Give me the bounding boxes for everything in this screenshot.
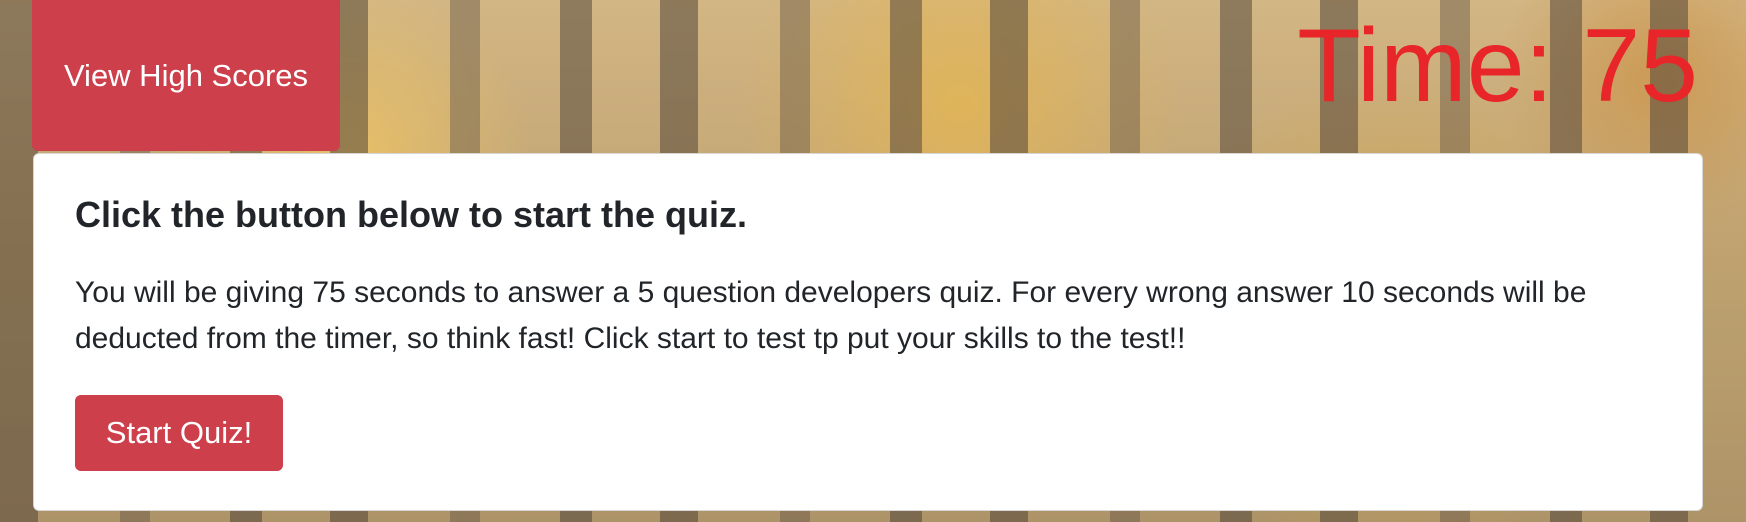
start-quiz-button[interactable]: Start Quiz! xyxy=(75,395,283,471)
quiz-intro-card: Click the button below to start the quiz… xyxy=(33,153,1703,511)
quiz-instructions: You will be giving 75 seconds to answer … xyxy=(75,276,1587,355)
card-title: Click the button below to start the quiz… xyxy=(75,194,747,235)
timer-display: Time: 75 xyxy=(1297,8,1698,124)
view-high-scores-button[interactable]: View High Scores xyxy=(32,0,340,151)
